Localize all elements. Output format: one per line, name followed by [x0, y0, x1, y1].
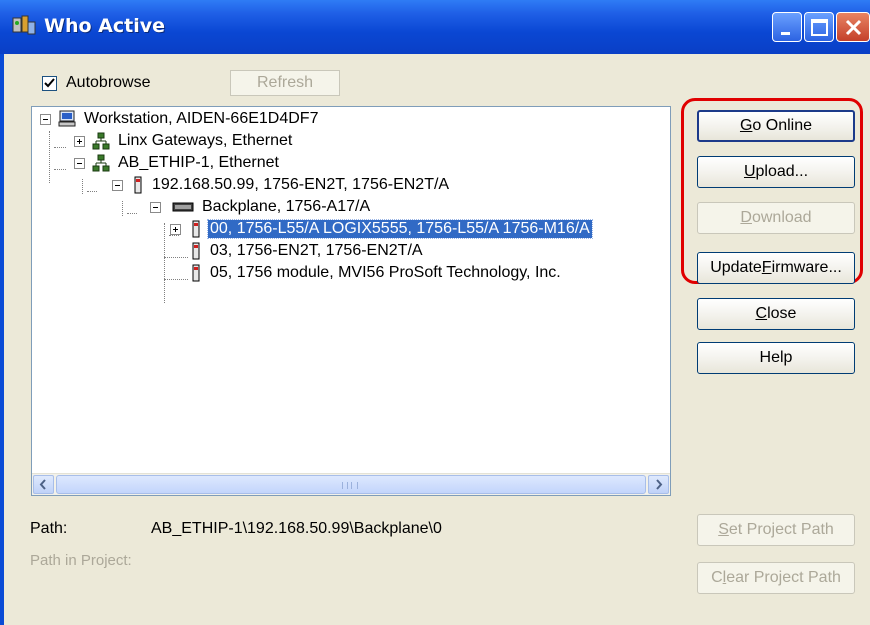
tree-item-label: Linx Gateways, Ethernet [118, 132, 293, 149]
tree-item-label: Workstation, AIDEN-66E1D4DF7 [84, 110, 319, 127]
dialog-body: Autobrowse Refresh Workstation, AIDEN-66… [4, 54, 870, 625]
network-icon [92, 154, 110, 172]
upload-button[interactable]: Upload... [697, 156, 855, 188]
maximize-button[interactable] [804, 12, 834, 42]
module-icon [190, 264, 202, 282]
update-firmware-button[interactable]: Update Firmware... [697, 252, 855, 284]
tree-line [49, 131, 51, 183]
autobrowse-checkbox[interactable] [42, 75, 57, 91]
go-online-button[interactable]: Go Online [697, 110, 855, 142]
tree-line [164, 257, 188, 259]
path-in-project-label: Path in Project: [30, 552, 132, 569]
scroll-right-button[interactable] [648, 475, 669, 494]
autobrowse-label: Autobrowse [66, 74, 151, 91]
autobrowse-checkbox-row[interactable]: Autobrowse [42, 72, 151, 94]
tree-line [127, 213, 137, 215]
tree-item-label: 05, 1756 module, MVI56 ProSoft Technolog… [210, 264, 561, 281]
network-icon [92, 132, 110, 150]
window-title: Who Active [44, 15, 165, 37]
help-button[interactable]: Help [697, 342, 855, 374]
module-icon [190, 242, 202, 260]
horizontal-scrollbar[interactable] [32, 473, 670, 495]
path-label: Path: [30, 520, 68, 537]
tree-line [164, 223, 166, 303]
tree-line [54, 147, 66, 149]
maximize-icon [811, 19, 828, 36]
title-bar[interactable]: Who Active [0, 0, 870, 54]
tree-item-label: AB_ETHIP-1, Ethernet [118, 154, 279, 171]
close-button[interactable]: Close [697, 298, 855, 330]
tree-expand-toggle[interactable] [170, 224, 181, 235]
scroll-left-button[interactable] [33, 475, 54, 494]
rslinx-app-icon [12, 14, 36, 38]
refresh-button[interactable]: Refresh [230, 70, 340, 96]
tree-item-label: Backplane, 1756-A17/A [202, 198, 371, 215]
arrow-left-icon [39, 479, 46, 490]
tree-item-slot-03[interactable]: 03, 1756-EN2T, 1756-EN2T/A [190, 240, 425, 262]
tree-collapse-toggle[interactable] [150, 202, 161, 213]
device-tree[interactable]: Workstation, AIDEN-66E1D4DF7 Linx Gatewa… [31, 106, 671, 496]
clear-project-path-button[interactable]: Cl ear Project Path [697, 562, 855, 594]
tree-item-label: 03, 1756-EN2T, 1756-EN2T/A [210, 242, 423, 259]
minimize-icon [781, 32, 790, 35]
checkmark-icon [44, 77, 55, 87]
module-icon [190, 220, 202, 238]
tree-collapse-toggle[interactable] [40, 114, 51, 125]
tree-line [82, 179, 84, 194]
computer-icon [58, 110, 76, 128]
grip-icon [342, 482, 358, 489]
tree-item-ab-ethip[interactable]: AB_ETHIP-1, Ethernet [92, 152, 281, 174]
close-icon [845, 19, 862, 36]
tree-line [87, 191, 97, 193]
tree-line [164, 279, 188, 281]
backplane-icon [172, 198, 194, 216]
close-window-button[interactable] [836, 12, 870, 42]
tree-item-label: 00, 1756-L55/A LOGIX5555, 1756-L55/A 175… [207, 219, 593, 239]
download-button[interactable]: Download [697, 202, 855, 234]
tree-line [54, 169, 66, 171]
tree-item-slot-05[interactable]: 05, 1756 module, MVI56 ProSoft Technolog… [190, 262, 563, 284]
tree-expand-toggle[interactable] [74, 136, 85, 147]
arrow-right-icon [656, 479, 663, 490]
scroll-thumb[interactable] [56, 475, 646, 494]
path-value: AB_ETHIP-1\192.168.50.99\Backplane\0 [151, 520, 442, 537]
tree-item-workstation[interactable]: Workstation, AIDEN-66E1D4DF7 [58, 108, 320, 130]
tree-collapse-toggle[interactable] [74, 158, 85, 169]
tree-item-label: 192.168.50.99, 1756-EN2T, 1756-EN2T/A [152, 176, 450, 193]
tree-item-en2t-module[interactable]: 192.168.50.99, 1756-EN2T, 1756-EN2T/A [132, 174, 451, 196]
tree-collapse-toggle[interactable] [112, 180, 123, 191]
module-icon [132, 176, 144, 194]
who-active-window: Who Active Autobrowse Refresh Workstatio… [0, 0, 870, 625]
minimize-button[interactable] [772, 12, 802, 42]
tree-line [122, 201, 124, 216]
tree-item-slot-00[interactable]: 00, 1756-L55/A LOGIX5555, 1756-L55/A 175… [190, 218, 593, 240]
tree-item-linx-gateways[interactable]: Linx Gateways, Ethernet [92, 130, 294, 152]
set-project-path-button[interactable]: Set Project Path [697, 514, 855, 546]
tree-item-backplane[interactable]: Backplane, 1756-A17/A [172, 196, 372, 218]
tree-line [169, 235, 179, 237]
